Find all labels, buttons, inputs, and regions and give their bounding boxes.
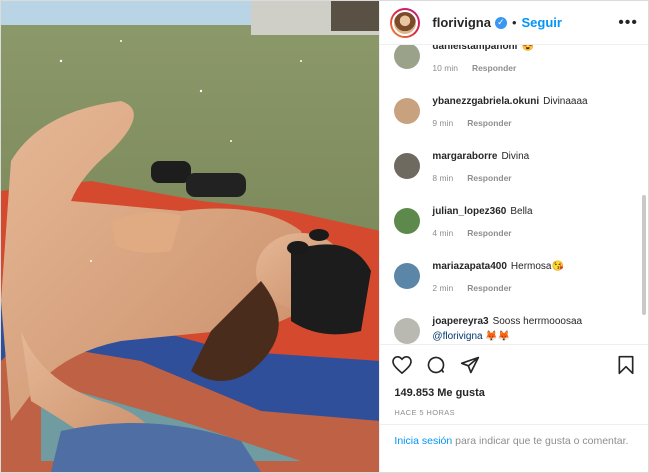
photo-illustration [1, 1, 380, 472]
post-timestamp[interactable]: HACE 5 HORAS [380, 402, 648, 424]
comment-time[interactable]: 8 min [432, 173, 453, 183]
more-icon[interactable]: ••• [618, 14, 638, 32]
reply-button[interactable]: Responder [467, 173, 511, 183]
likes-number: 149.853 [394, 387, 435, 399]
commenter-avatar[interactable] [394, 45, 421, 69]
comment-text-tail: 🦊🦊 [482, 331, 511, 342]
share-icon[interactable] [458, 353, 482, 377]
mention-link[interactable]: @florivigna [432, 331, 482, 342]
login-link[interactable]: Inicia sesión [394, 435, 452, 447]
follow-button[interactable]: Seguir [522, 15, 562, 30]
comment-text: 😍 [521, 45, 534, 52]
comment-item: danielstampanoni 😍 10 min Responder [394, 45, 632, 94]
reply-button[interactable]: Responder [467, 283, 511, 293]
comment-time[interactable]: 9 min [432, 118, 453, 128]
likes-label: Me gusta [437, 387, 485, 399]
commenter-username[interactable]: margaraborre [432, 151, 497, 162]
author-username[interactable]: florivigna [432, 15, 491, 30]
comment-text: Divina [501, 151, 530, 162]
post-photo[interactable] [1, 1, 380, 472]
commenter-username[interactable]: mariazapata400 [432, 261, 507, 272]
commenter-avatar[interactable] [394, 208, 421, 234]
comment-item: mariazapata400 Hermosa😘 2 min Responder [394, 259, 632, 314]
heart-icon[interactable] [390, 353, 414, 377]
login-prompt: Inicia sesión para indicar que te gusta … [380, 424, 648, 472]
commenter-username[interactable]: ybanezzgabriela.okuni [432, 96, 539, 107]
commenter-avatar[interactable] [394, 318, 421, 344]
comment-text: Hermosa😘 [510, 261, 564, 272]
comment-time[interactable]: 2 min [432, 283, 453, 293]
author-avatar-image [392, 9, 419, 36]
comments-list[interactable]: danielstampanoni 😍 10 min Responder ybanez… [380, 45, 648, 344]
comment-item: julian_lopez360 Bella 4 min Responder [394, 204, 632, 259]
header-separator: • [511, 15, 517, 30]
commenter-username[interactable]: julian_lopez360 [432, 206, 506, 217]
comment-text: Sooss herrmooosaa [492, 316, 583, 327]
comment-text: Divinaaaa [543, 96, 588, 107]
login-prompt-text: para indicar que te gusta o comentar. [452, 435, 629, 447]
verified-icon: ✓ [494, 16, 507, 29]
comment-time[interactable]: 10 min [432, 63, 458, 73]
likes-count[interactable]: 149.853 Me gusta [380, 384, 648, 402]
reply-button[interactable]: Responder [467, 228, 511, 238]
comments-scrollbar[interactable] [642, 195, 646, 315]
comment-item: margaraborre Divina 8 min Responder [394, 149, 632, 204]
commenter-username[interactable]: danielstampanoni [432, 45, 517, 52]
bookmark-icon[interactable] [614, 353, 638, 377]
reply-button[interactable]: Responder [472, 63, 516, 73]
comment-icon[interactable] [424, 353, 448, 377]
commenter-avatar[interactable] [394, 263, 421, 289]
comment-item: joapereyra3 Sooss herrmooosaa @florivigna… [394, 314, 632, 344]
post-header: florivigna ✓ • Seguir ••• [380, 1, 648, 45]
post-sidebar: florivigna ✓ • Seguir ••• danielstampano… [379, 1, 648, 472]
commenter-username[interactable]: joapereyra3 [432, 316, 488, 327]
reply-button[interactable]: Responder [467, 118, 511, 128]
instagram-post: florivigna ✓ • Seguir ••• danielstampano… [0, 0, 649, 473]
action-bar [380, 344, 648, 384]
comment-text: Bella [510, 206, 533, 217]
comment-time[interactable]: 4 min [432, 228, 453, 238]
commenter-avatar[interactable] [394, 153, 421, 179]
author-avatar[interactable] [390, 7, 421, 38]
comment-item: ybanezzgabriela.okuni Divinaaaa 9 min Resp… [394, 94, 632, 149]
commenter-avatar[interactable] [394, 98, 421, 124]
